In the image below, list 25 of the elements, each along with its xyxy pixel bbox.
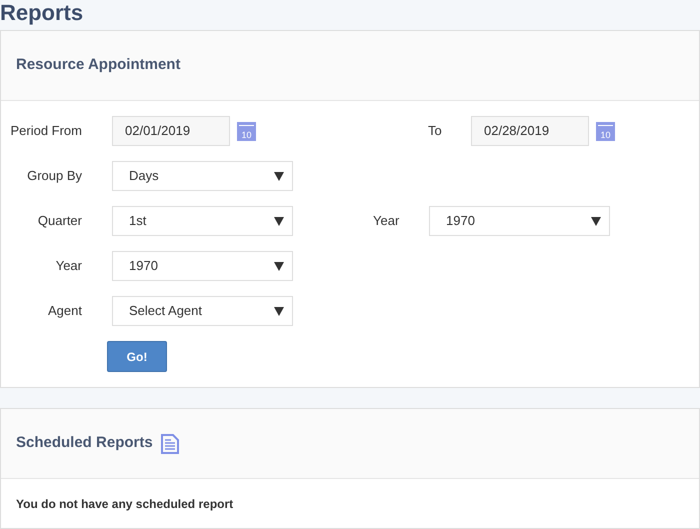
dropdown-arrow-icon (274, 172, 284, 180)
dropdown[interactable]: Select Agent (112, 296, 293, 326)
panel-title: Scheduled Reports (16, 433, 153, 454)
dropdown[interactable]: 1970 (112, 251, 293, 281)
dropdown-arrow-icon (274, 216, 284, 226)
field-label: Year (373, 212, 399, 230)
field-label: Period From (9, 122, 82, 140)
dropdown[interactable]: 1970 (429, 206, 610, 236)
dropdown-arrow-icon (591, 216, 601, 226)
document-icon (160, 434, 180, 454)
go-button[interactable]: Go! (107, 341, 167, 372)
dropdown-arrow-icon (274, 306, 284, 316)
empty-message: You do not have any scheduled report (15, 496, 234, 513)
field-label: Quarter (36, 212, 82, 230)
panel-title: Resource Appointment (16, 55, 180, 76)
field-label: Year (54, 257, 82, 276)
date-field[interactable]: 02/28/2019 (471, 116, 589, 146)
field-label: Group By (26, 167, 82, 186)
page-title: Reports (0, 0, 84, 27)
date-field[interactable]: 02/01/2019 (112, 116, 230, 146)
dropdown[interactable]: Days (112, 161, 293, 191)
dropdown-arrow-icon (274, 262, 284, 270)
field-label: Agent (47, 302, 82, 320)
dropdown[interactable]: 1st (112, 206, 293, 236)
field-label: To (428, 122, 441, 140)
